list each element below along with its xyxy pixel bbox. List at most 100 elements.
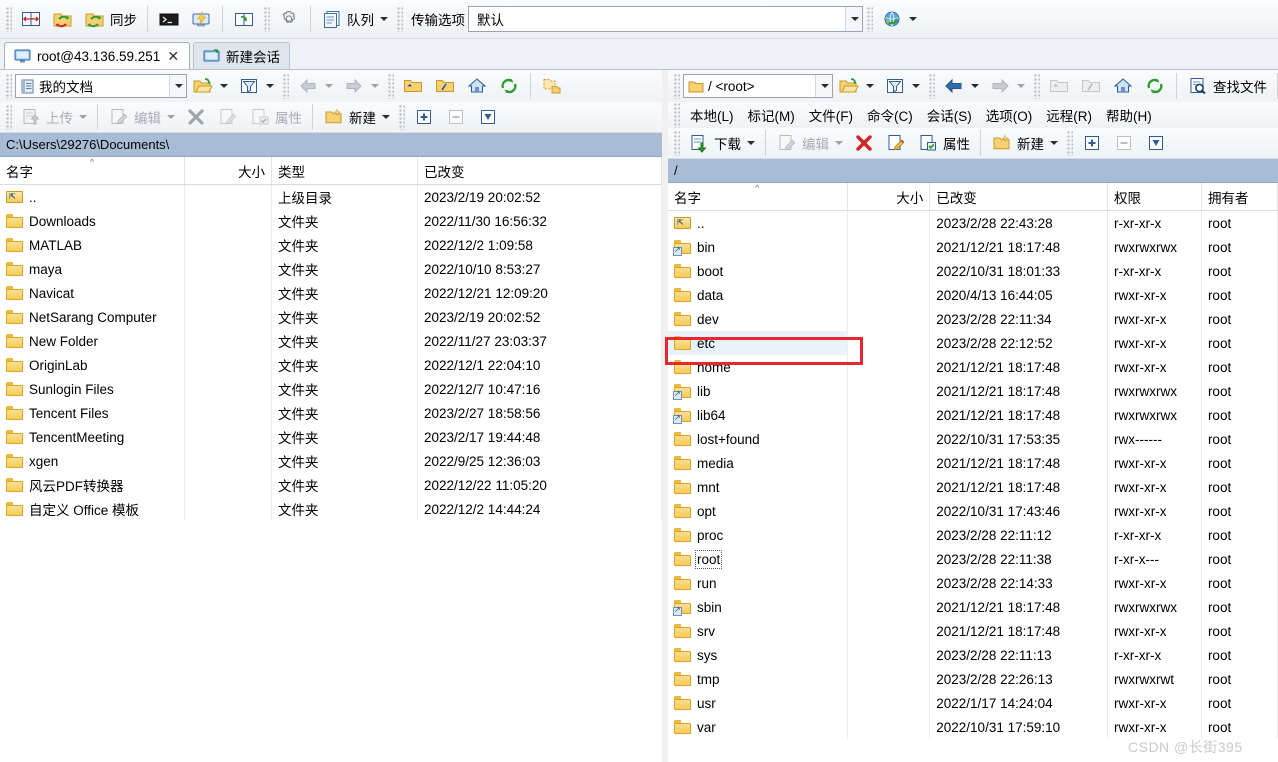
remote-properties-button[interactable]: 属性 [912,127,975,159]
local-filter-button[interactable] [233,70,279,102]
remote-file-row[interactable]: proc 2023/2/28 22:11:12 r-xr-xr-x root [668,523,1278,547]
menu-mark[interactable]: 标记(M) [741,103,802,127]
remote-path-strip[interactable]: / [668,159,1278,183]
chevron-down-icon[interactable] [845,7,862,31]
local-select-all-button[interactable] [408,101,440,133]
chevron-down-icon[interactable] [866,84,874,88]
local-file-row[interactable]: maya 文件夹 2022/10/10 8:53:27 [0,257,662,281]
toolbar-grip[interactable] [5,104,12,130]
remote-refresh-button[interactable] [1139,70,1171,102]
remote-invert-selection-button[interactable] [1140,127,1172,159]
chevron-down-icon[interactable] [912,84,920,88]
local-file-row[interactable]: Sunlogin Files 文件夹 2022/12/7 10:47:16 [0,377,662,401]
toolbar-grip[interactable] [396,6,403,32]
toolbar-grip[interactable] [673,73,680,99]
remote-file-row[interactable]: usr 2022/1/17 14:24:04 rwxr-xr-x root [668,691,1278,715]
local-edit-button[interactable]: 编辑 [103,101,180,133]
local-path-strip[interactable]: C:\Users\29276\Documents\ [0,133,662,157]
chevron-down-icon[interactable] [325,84,333,88]
local-parent-directory-button[interactable] [397,70,429,102]
remote-file-row[interactable]: lib 2021/12/21 18:17:48 rwxrwxrwx root [668,379,1278,403]
remote-file-row[interactable]: root 2023/2/28 22:11:38 r-xr-x--- root [668,547,1278,571]
chevron-down-icon[interactable] [971,84,979,88]
toolbar-grip[interactable] [398,104,405,130]
remote-unselect-button[interactable] [1108,127,1140,159]
remote-file-row[interactable]: sbin 2021/12/21 18:17:48 rwxrwxrwx root [668,595,1278,619]
column-header-changed[interactable]: 已改变 [418,157,662,184]
local-upload-button[interactable]: 上传 [15,101,92,133]
remote-select-all-button[interactable] [1076,127,1108,159]
local-file-row[interactable]: Downloads 文件夹 2022/11/30 16:56:32 [0,209,662,233]
local-invert-selection-button[interactable] [472,101,504,133]
remote-root-directory-button[interactable] [1075,70,1107,102]
local-refresh-button[interactable] [493,70,525,102]
chevron-down-icon[interactable] [815,75,832,97]
column-header-size[interactable]: 大小 [848,183,931,210]
remote-address-combo[interactable]: / <root> [683,74,833,98]
local-address-combo[interactable]: 我的文档 [15,74,187,98]
remote-file-row[interactable]: bin 2021/12/21 18:17:48 rwxrwxrwx root [668,235,1278,259]
chevron-down-icon[interactable] [380,17,388,21]
chevron-down-icon[interactable] [220,84,228,88]
menu-options[interactable]: 选项(O) [979,103,1040,127]
transfer-mode-button[interactable] [876,3,922,35]
local-rename-button[interactable] [212,101,244,133]
toolbar-grip[interactable] [1033,73,1040,99]
remote-file-row[interactable]: ⇱.. 2023/2/28 22:43:28 r-xr-xr-x root [668,211,1278,235]
remote-file-row[interactable]: sys 2023/2/28 22:11:13 r-xr-xr-x root [668,643,1278,667]
chevron-down-icon[interactable] [835,141,843,145]
menu-remote[interactable]: 远程(R) [1039,103,1099,127]
remote-file-row[interactable]: home 2021/12/21 18:17:48 rwxr-xr-x root [668,355,1278,379]
open-putty-button[interactable] [185,3,217,35]
remote-open-directory-button[interactable] [833,70,879,102]
local-file-row[interactable]: TencentMeeting 文件夹 2023/2/17 19:44:48 [0,425,662,449]
queue-button[interactable]: 队列 [316,3,393,35]
toolbar-grip[interactable] [673,130,680,156]
toolbar-grip[interactable] [5,6,12,32]
chevron-down-icon[interactable] [371,84,379,88]
remote-filter-button[interactable] [879,70,925,102]
remote-download-button[interactable]: 下载 [683,127,760,159]
column-header-rights[interactable]: 权限 [1108,183,1202,210]
column-header-owner[interactable]: 拥有者 [1202,183,1278,210]
transfer-settings-button[interactable]: 传输选项 [406,3,468,35]
chevron-down-icon[interactable] [747,141,755,145]
local-file-row[interactable]: 风云PDF转换器 文件夹 2022/12/22 11:05:20 [0,473,662,497]
local-forward-button[interactable] [338,70,384,102]
remote-file-row[interactable]: lib64 2021/12/21 18:17:48 rwxrwxrwx root [668,403,1278,427]
toolbar-grip[interactable] [928,73,935,99]
local-home-directory-button[interactable] [461,70,493,102]
remote-file-row[interactable]: boot 2022/10/31 18:01:33 r-xr-xr-x root [668,259,1278,283]
local-file-row[interactable]: MATLAB 文件夹 2022/12/2 1:09:58 [0,233,662,257]
session-tab-active[interactable]: root@43.136.59.251 ✕ [4,42,191,69]
local-open-directory-button[interactable] [187,70,233,102]
menu-files[interactable]: 文件(F) [802,103,860,127]
remote-back-button[interactable] [938,70,984,102]
local-properties-button[interactable]: 属性 [244,101,307,133]
chevron-down-icon[interactable] [167,115,175,119]
remote-file-row[interactable]: run 2023/2/28 22:14:33 rwxr-xr-x root [668,571,1278,595]
local-file-row[interactable]: Tencent Files 文件夹 2023/2/27 18:58:56 [0,401,662,425]
local-file-row[interactable]: ⇱.. 上级目录 2023/2/19 20:02:52 [0,185,662,209]
menu-session[interactable]: 会话(S) [920,103,979,127]
synchronize-panels-button[interactable] [228,3,260,35]
chevron-down-icon[interactable] [169,75,186,97]
menu-help[interactable]: 帮助(H) [1099,103,1159,127]
toolbar-grip[interactable] [673,102,680,128]
remote-file-row[interactable]: tmp 2023/2/28 22:26:13 rwxrwxrwt root [668,667,1278,691]
remote-file-row[interactable]: lost+found 2022/10/31 17:53:35 rwx------ ro… [668,427,1278,451]
remote-home-directory-button[interactable] [1107,70,1139,102]
local-file-row[interactable]: 自定义 Office 模板 文件夹 2022/12/2 14:44:24 [0,497,662,521]
remote-file-list[interactable]: ⇱.. 2023/2/28 22:43:28 r-xr-xr-x root bin 202… [668,211,1278,739]
local-root-directory-button[interactable] [429,70,461,102]
remote-forward-button[interactable] [984,70,1030,102]
new-session-tab[interactable]: 新建会话 [193,42,291,69]
local-unselect-button[interactable] [440,101,472,133]
local-file-row[interactable]: OriginLab 文件夹 2022/12/1 22:04:10 [0,353,662,377]
remote-new-button[interactable]: 新建 [986,127,1063,159]
local-file-row[interactable]: NetSarang Computer 文件夹 2023/2/19 20:02:52 [0,305,662,329]
chevron-down-icon[interactable] [79,115,87,119]
remote-file-row[interactable]: etc 2023/2/28 22:12:52 rwxr-xr-x root [668,331,1278,355]
remote-file-row[interactable]: srv 2021/12/21 18:17:48 rwxr-xr-x root [668,619,1278,643]
chevron-down-icon[interactable] [1017,84,1025,88]
